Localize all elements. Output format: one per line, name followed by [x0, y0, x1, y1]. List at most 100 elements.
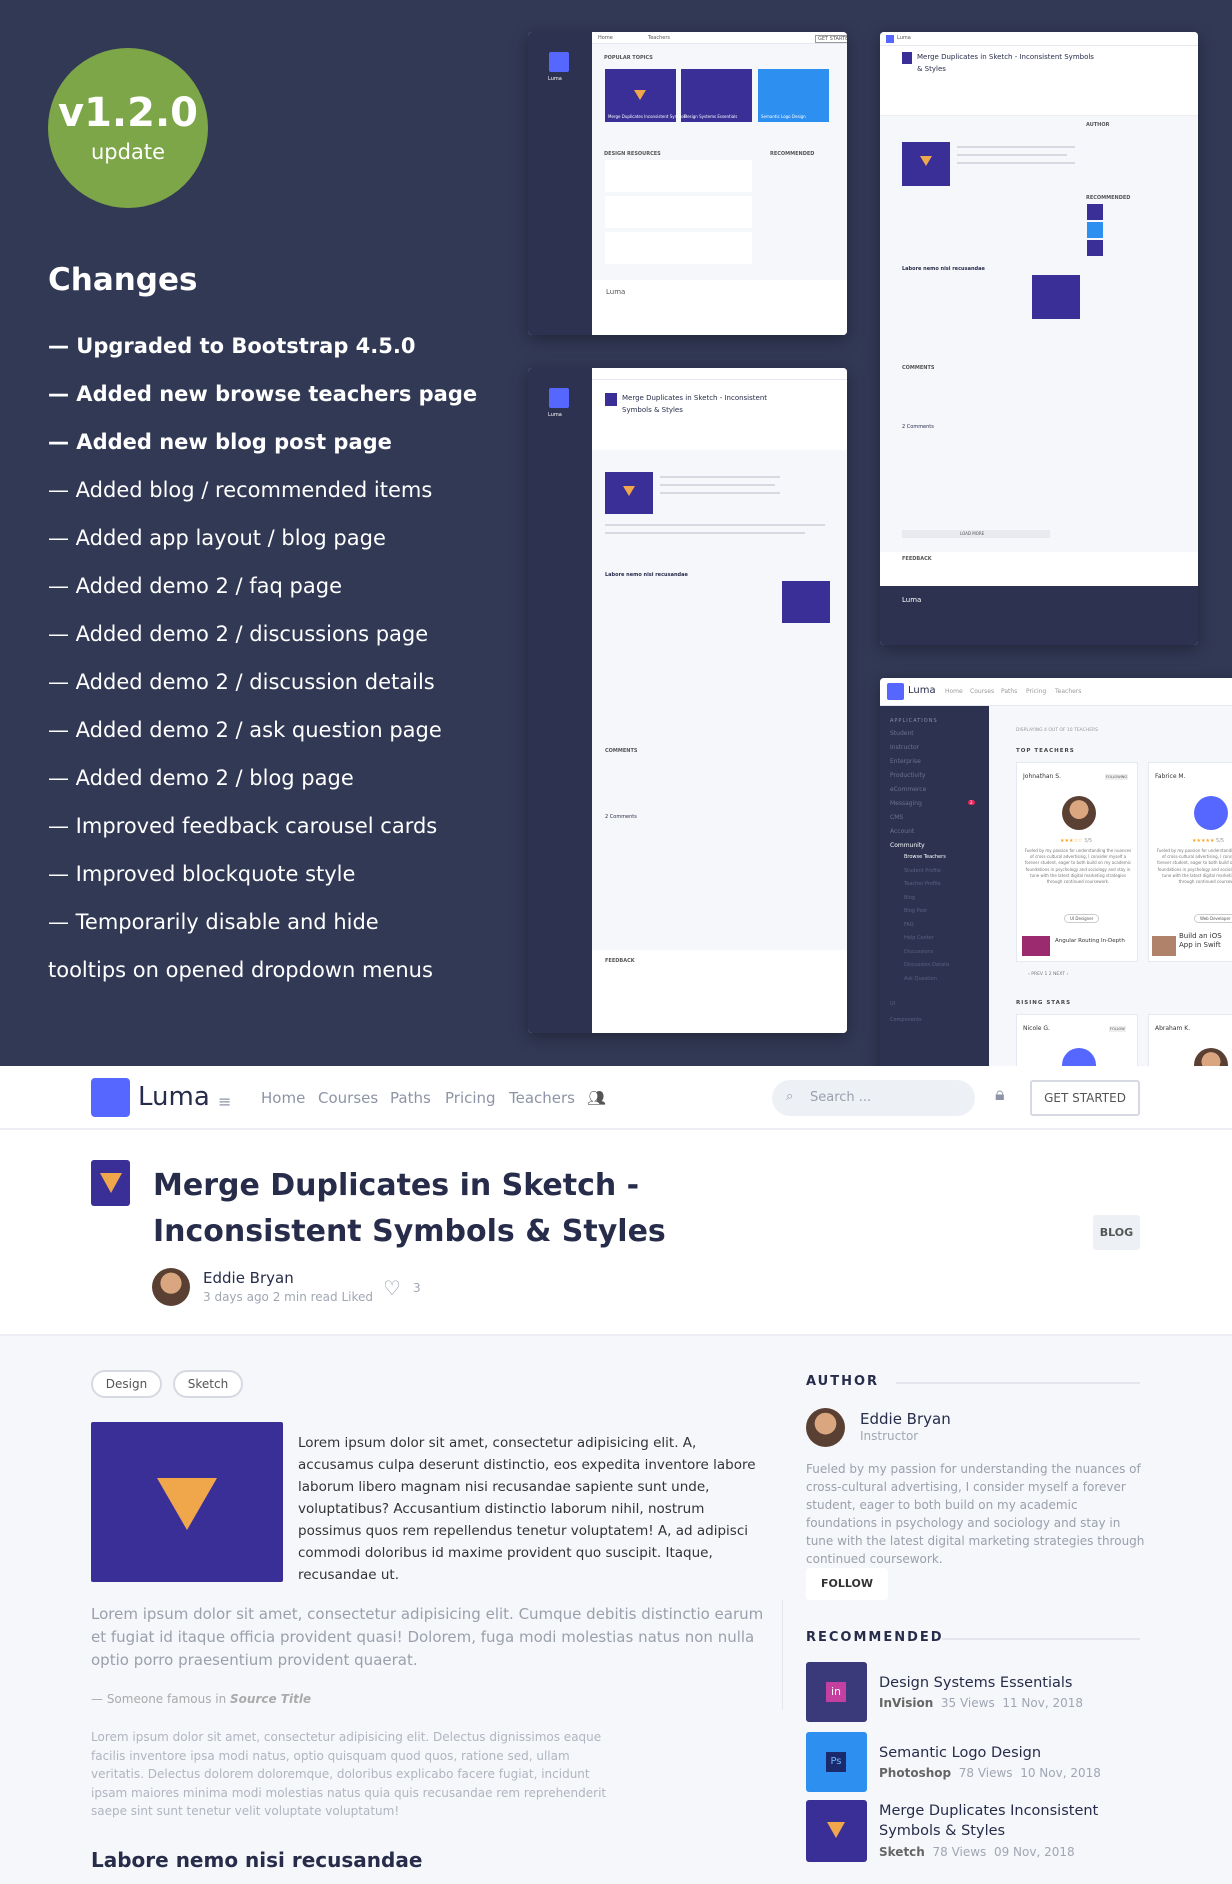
lock-icon[interactable]: 🔒︎ — [995, 1084, 1005, 1105]
change-item: — Added blog / recommended items — [48, 478, 433, 502]
blockquote-source: — Someone famous in Source Title — [91, 1692, 311, 1706]
version-number: v1.2.0 — [58, 90, 198, 136]
luma-logo-icon — [887, 683, 904, 700]
sketch-icon — [91, 1160, 130, 1206]
nav-courses[interactable]: Courses — [318, 1089, 378, 1107]
mock-sidebar-item: Productivity — [890, 772, 926, 779]
recommended-title[interactable]: Semantic Logo Design — [879, 1743, 1119, 1763]
recommended-tool: Sketch — [879, 1845, 925, 1859]
mock-card-title: Design Systems Essentials — [684, 114, 738, 119]
mock-nav: Home — [598, 35, 613, 41]
mock-nav: Home — [945, 688, 963, 695]
mock-follow: FOLLOW — [1109, 1026, 1126, 1032]
get-started-button[interactable]: GET STARTED — [1030, 1080, 1140, 1116]
post-paragraph: Lorem ipsum dolor sit amet, consectetur … — [91, 1730, 607, 1818]
mock-nav: Pricing — [1026, 688, 1047, 695]
recommended-tool: InVision — [879, 1696, 934, 1710]
heart-icon[interactable]: ♡ — [383, 1276, 401, 1300]
mock-bio: Fueled by my passion for understanding t… — [1156, 848, 1232, 885]
luma-logo-icon — [549, 52, 569, 72]
recommended-date: 09 Nov, 2018 — [993, 1845, 1075, 1859]
people-icon[interactable]: 👥︎ — [587, 1089, 606, 1107]
change-item: — Added demo 2 / blog page — [48, 766, 354, 790]
mock-heading: FEEDBACK — [605, 958, 635, 964]
mock-teacher-name: Nicole G. — [1023, 1025, 1050, 1032]
mock-load-more: LOAD MORE — [960, 531, 985, 536]
author-avatar[interactable] — [152, 1268, 190, 1306]
mock-nav: Teachers — [648, 35, 670, 41]
nav-teachers[interactable]: Teachers — [509, 1089, 575, 1107]
mock-course: Build an iOS App in Swift — [1179, 932, 1222, 949]
recommended-title[interactable]: Design Systems Essentials — [879, 1673, 1119, 1693]
mock-sidebar-subitem: Browse Teachers — [904, 854, 946, 860]
search-input[interactable]: ⌕ Search ... — [772, 1080, 975, 1116]
mock-heading: RECOMMENDED — [1086, 195, 1131, 201]
luma-logo-icon[interactable] — [91, 1078, 130, 1117]
change-item: — Added new browse teachers page — [48, 382, 478, 406]
author-heading: AUTHOR — [806, 1374, 880, 1389]
mock-sidebar-item: Instructor — [890, 744, 920, 751]
mock-brand: Luma — [548, 76, 562, 82]
mock-sidebar-item: Components — [890, 1017, 922, 1023]
nav-home[interactable]: Home — [261, 1089, 305, 1107]
mock-teacher-name: Johnathan S. — [1023, 773, 1061, 780]
quote-source-title: Source Title — [230, 1692, 312, 1706]
nav-paths[interactable]: Paths — [390, 1089, 431, 1107]
recommended-title[interactable]: Merge Duplicates Inconsistent Symbols & … — [879, 1801, 1119, 1841]
mock-bio: Fueled by my passion for understanding t… — [1024, 848, 1132, 885]
quote-prefix: — Someone famous in — [91, 1692, 231, 1706]
mock-subheading: Labore nemo nisi recusandae — [605, 572, 688, 578]
mock-heading: TOP TEACHERS — [1016, 748, 1075, 754]
mock-nav: Paths — [1001, 688, 1018, 695]
author-name[interactable]: Eddie Bryan — [203, 1269, 294, 1287]
luma-logo-icon — [886, 35, 894, 43]
mock-prev: ‹ PREV — [1028, 972, 1043, 977]
mockup-blog-page: Luma Home Teachers GET STARTED POPULAR T… — [528, 32, 847, 335]
mock-heading: POPULAR TOPICS — [604, 55, 653, 61]
mock-sidebar-subitem: Help Center — [904, 935, 934, 941]
mock-following: FOLLOWING — [1105, 774, 1129, 780]
mock-sidebar-item: Student — [890, 730, 914, 737]
invision-icon[interactable]: in — [806, 1662, 867, 1722]
tag-sketch[interactable]: Sketch — [173, 1370, 243, 1398]
recommended-meta: InVision 35 Views 11 Nov, 2018 — [879, 1696, 1083, 1710]
follow-button[interactable]: FOLLOW — [806, 1568, 888, 1600]
change-item: — Improved feedback carousel cards — [48, 814, 438, 838]
recommended-views: 78 Views — [958, 1766, 1013, 1780]
mock-card-title: Semantic Logo Design — [761, 114, 806, 119]
post-paragraph: Lorem ipsum dolor sit amet, consectetur … — [298, 1435, 756, 1583]
mock-sidebar-item: Community — [890, 842, 925, 849]
mock-heading: FEEDBACK — [902, 556, 932, 562]
mock-card-title: Merge Duplicates Inconsistent Symbols — [608, 114, 687, 119]
recommended-tool: Photoshop — [879, 1766, 952, 1780]
search-placeholder: Search ... — [810, 1090, 872, 1105]
change-item: — Improved blockquote style — [48, 862, 356, 886]
changes-title: Changes — [48, 262, 198, 298]
menu-toggle-icon[interactable]: ≡ — [218, 1092, 231, 1111]
mock-brand: Luma — [908, 685, 936, 696]
mock-sidebar-subitem: Discussion Details — [904, 962, 950, 968]
mock-page: 1 — [1044, 972, 1048, 977]
sketch-icon[interactable] — [806, 1800, 867, 1862]
promo-banner: v1.2.0 update Changes — Upgraded to Boot… — [0, 0, 1232, 1066]
author-name[interactable]: Eddie Bryan — [860, 1410, 951, 1428]
tag-design[interactable]: Design — [91, 1370, 162, 1398]
mock-nav: Teachers — [1055, 688, 1082, 695]
author-avatar[interactable] — [806, 1408, 845, 1447]
nav-pricing[interactable]: Pricing — [445, 1089, 496, 1107]
photoshop-icon[interactable]: Ps — [806, 1732, 867, 1792]
recommended-date: 11 Nov, 2018 — [1002, 1696, 1084, 1710]
recommended-views: 35 Views — [940, 1696, 995, 1710]
mockup-browse-teachers: Luma Home Courses Paths Pricing Teachers… — [880, 678, 1232, 1066]
mock-sidebar-item: UI — [890, 1001, 896, 1007]
mock-rating: 3/5 — [1084, 838, 1093, 844]
mock-teacher-name: Fabrice M. — [1155, 773, 1186, 780]
post-subheading: Labore nemo nisi recusandae — [91, 1848, 423, 1872]
mock-heading: RISING STARS — [1016, 1000, 1072, 1006]
change-item: — Upgraded to Bootstrap 4.5.0 — [48, 334, 416, 358]
change-item: — Temporarily disable and hide — [48, 910, 379, 934]
changes-list: — Upgraded to Bootstrap 4.5.0 — Added ne… — [48, 332, 477, 1004]
blog-category-button[interactable]: BLOG — [1093, 1215, 1140, 1250]
brand-name[interactable]: Luma — [138, 1082, 210, 1112]
post-image — [91, 1422, 283, 1582]
